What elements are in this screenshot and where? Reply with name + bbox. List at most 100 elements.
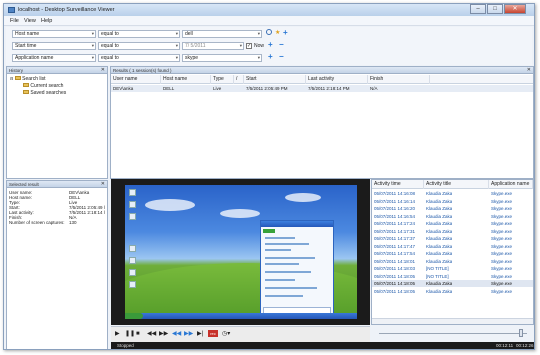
table-row[interactable]: 05/07/2011 14:16:08 Klaudia Zaka Skype.exe xyxy=(372,190,533,197)
cell-activity-title: Klaudia Zaka xyxy=(426,213,453,219)
close-button[interactable]: ✕ xyxy=(504,4,526,14)
close-icon[interactable]: ✕ xyxy=(101,67,105,74)
cell-activity-time: 05/07/2011 14:17:24 xyxy=(374,221,415,226)
close-icon[interactable]: ✕ xyxy=(101,181,105,188)
cell-activity-time: 05/07/2011 14:17:37 xyxy=(374,236,415,241)
add-filter-button-3[interactable]: + xyxy=(268,53,273,61)
table-row[interactable]: 05/07/2011 14:18:01 Klaudia Zaka Skype.exe xyxy=(372,258,533,265)
screen-capture-viewer[interactable] xyxy=(111,179,370,325)
skype-titlebar xyxy=(261,221,333,227)
chat-line xyxy=(265,287,317,289)
maximize-button[interactable]: □ xyxy=(487,4,503,14)
cell-application-name: Skype.exe xyxy=(491,281,513,286)
cell-activity-time: 05/07/2011 14:18:01 xyxy=(374,258,415,264)
filter-op-1[interactable]: equal to ▾ xyxy=(98,30,180,38)
step-forward-icon[interactable]: ▶▶ xyxy=(184,331,193,337)
cell-activity-title: Klaudia Zaka xyxy=(426,191,453,196)
add-filter-button[interactable]: + xyxy=(283,29,288,37)
status-bar: Stopped 00:12:11 00:12:26 xyxy=(111,342,534,349)
close-icon[interactable]: ✕ xyxy=(527,67,531,74)
cell-activity-time: 05/07/2011 14:16:08 xyxy=(374,191,415,196)
pause-icon[interactable]: ❚❚ xyxy=(125,331,135,337)
filter-value-2[interactable]: 7/ 5/2011 ▾ xyxy=(182,42,244,50)
table-row[interactable]: 05/07/2011 14:18:05 Klaudia Zaka Skype.exe xyxy=(372,288,533,295)
filter-op-2[interactable]: equal to ▾ xyxy=(98,42,180,50)
col-activity-time[interactable]: Activity time xyxy=(372,180,424,189)
col-application-name[interactable]: Application name xyxy=(489,180,533,189)
cell-activity-title: Klaudia Zaka xyxy=(426,221,453,226)
col-finish[interactable]: Finish xyxy=(368,75,430,84)
remove-filter-button-3[interactable]: − xyxy=(279,53,284,61)
folder-icon xyxy=(23,83,29,87)
table-row[interactable]: 05/07/2011 14:17:54 Klaudia Zaka Skype.exe xyxy=(372,250,533,257)
cloud-shape xyxy=(285,193,321,202)
table-row[interactable]: 05/07/2011 14:17:24 Klaudia Zaka Skype.exe xyxy=(372,220,533,227)
playback-slider-track[interactable] xyxy=(379,333,527,334)
cell-last-activity: 7/5/2011 2:18:14 PM xyxy=(308,86,350,91)
chat-line xyxy=(265,249,291,251)
results-header: Results ( 1 session(s) found ) ✕ xyxy=(111,67,533,74)
skype-window xyxy=(260,220,334,317)
field-screen-captures: Number of screen captures: 130 xyxy=(9,220,77,225)
col-last-activity[interactable]: Last activity xyxy=(306,75,368,84)
saved-searches-node[interactable]: Saved searches xyxy=(23,90,66,96)
add-filter-button-2[interactable]: + xyxy=(268,41,273,49)
horizontal-scrollbar[interactable] xyxy=(372,318,533,324)
table-row[interactable]: DEV\anka DELL Live 7/5/2011 2:05:49 PM 7… xyxy=(111,85,533,92)
search-icon[interactable] xyxy=(266,29,272,35)
chat-line xyxy=(265,279,295,281)
star-icon[interactable]: ★ xyxy=(275,29,280,36)
col-host-name[interactable]: Host name xyxy=(161,75,211,84)
cell-activity-time: 05/07/2011 14:18:03 xyxy=(374,266,415,271)
search-filters: Host name ▾ equal to ▾ dell ▾ ★ + Start tim… xyxy=(6,27,532,65)
now-checkbox[interactable]: ✓ xyxy=(246,43,252,49)
clock-icon[interactable]: ◷▾ xyxy=(222,331,230,337)
skip-end-icon[interactable]: ▶| xyxy=(197,331,203,337)
table-row[interactable]: 05/07/2011 14:16:20 Klaudia Zaka Skype.exe xyxy=(372,205,533,212)
filter-field-3[interactable]: Application name ▾ xyxy=(12,54,96,62)
cell-activity-time: 05/07/2011 14:16:14 xyxy=(374,198,415,204)
col-sort[interactable]: / xyxy=(234,75,244,84)
cell-application-name: Skype.exe xyxy=(491,191,513,196)
table-row[interactable]: 05/07/2011 14:17:47 Klaudia Zaka Skype.exe xyxy=(372,243,533,250)
cell-application-name: Skype.exe xyxy=(491,221,513,226)
fast-forward-icon[interactable]: ▶▶ xyxy=(159,331,168,337)
table-row[interactable]: 05/07/2011 14:17:37 Klaudia Zaka Skype.exe xyxy=(372,235,533,242)
table-row[interactable]: 05/07/2011 14:18:05 Klaudia Zaka Skype.exe xyxy=(372,280,533,287)
menu-file[interactable]: File xyxy=(10,18,19,24)
table-row[interactable]: 05/07/2011 14:17:31 Klaudia Zaka Skype.exe xyxy=(372,228,533,235)
search-list-node[interactable]: ⊟ Search list xyxy=(10,76,45,82)
filter-value-3[interactable]: skype ▾ xyxy=(182,54,262,62)
time-elapsed: 00:12:11 xyxy=(496,343,514,348)
menu-view[interactable]: View xyxy=(24,18,36,24)
col-user-name[interactable]: User name xyxy=(111,75,161,84)
menu-help[interactable]: Help xyxy=(41,18,52,24)
record-icon[interactable]: rec xyxy=(208,330,218,337)
current-search-node[interactable]: Current search xyxy=(23,83,63,89)
filter-field-1[interactable]: Host name ▾ xyxy=(12,30,96,38)
now-label: Now xyxy=(254,43,265,49)
table-row[interactable]: 05/07/2011 14:16:54 Klaudia Zaka Skype.exe xyxy=(372,213,533,220)
stop-icon[interactable]: ■ xyxy=(136,331,140,337)
chat-line xyxy=(265,243,309,245)
table-row[interactable]: 05/07/2011 14:18:03 [NO TITLE] Skype.exe xyxy=(372,265,533,272)
filter-op-3[interactable]: equal to ▾ xyxy=(98,54,180,62)
desktop-icon xyxy=(129,201,136,208)
playback-slider-thumb[interactable] xyxy=(519,329,523,337)
app-icon xyxy=(8,7,15,13)
rewind-icon[interactable]: ◀◀ xyxy=(147,331,156,337)
col-start[interactable]: Start xyxy=(244,75,306,84)
remove-filter-button-2[interactable]: − xyxy=(279,41,284,49)
filter-value-1[interactable]: dell ▾ xyxy=(182,30,262,38)
play-icon[interactable]: ▶ xyxy=(115,331,120,337)
filter-field-2[interactable]: Start time ▾ xyxy=(12,42,96,50)
captured-desktop-image xyxy=(125,185,357,319)
col-activity-title[interactable]: Activity title xyxy=(424,180,489,189)
cell-activity-time: 05/07/2011 14:16:20 xyxy=(374,206,415,211)
table-row[interactable]: 05/07/2011 14:18:05 [NO TITLE] Skype.exe xyxy=(372,273,533,280)
minimize-button[interactable]: – xyxy=(470,4,486,14)
cell-application-name: Skype.exe xyxy=(491,266,513,271)
col-type[interactable]: Type xyxy=(211,75,234,84)
table-row[interactable]: 05/07/2011 14:16:14 Klaudia Zaka Skype.exe xyxy=(372,198,533,205)
step-back-icon[interactable]: ◀◀ xyxy=(172,331,181,337)
